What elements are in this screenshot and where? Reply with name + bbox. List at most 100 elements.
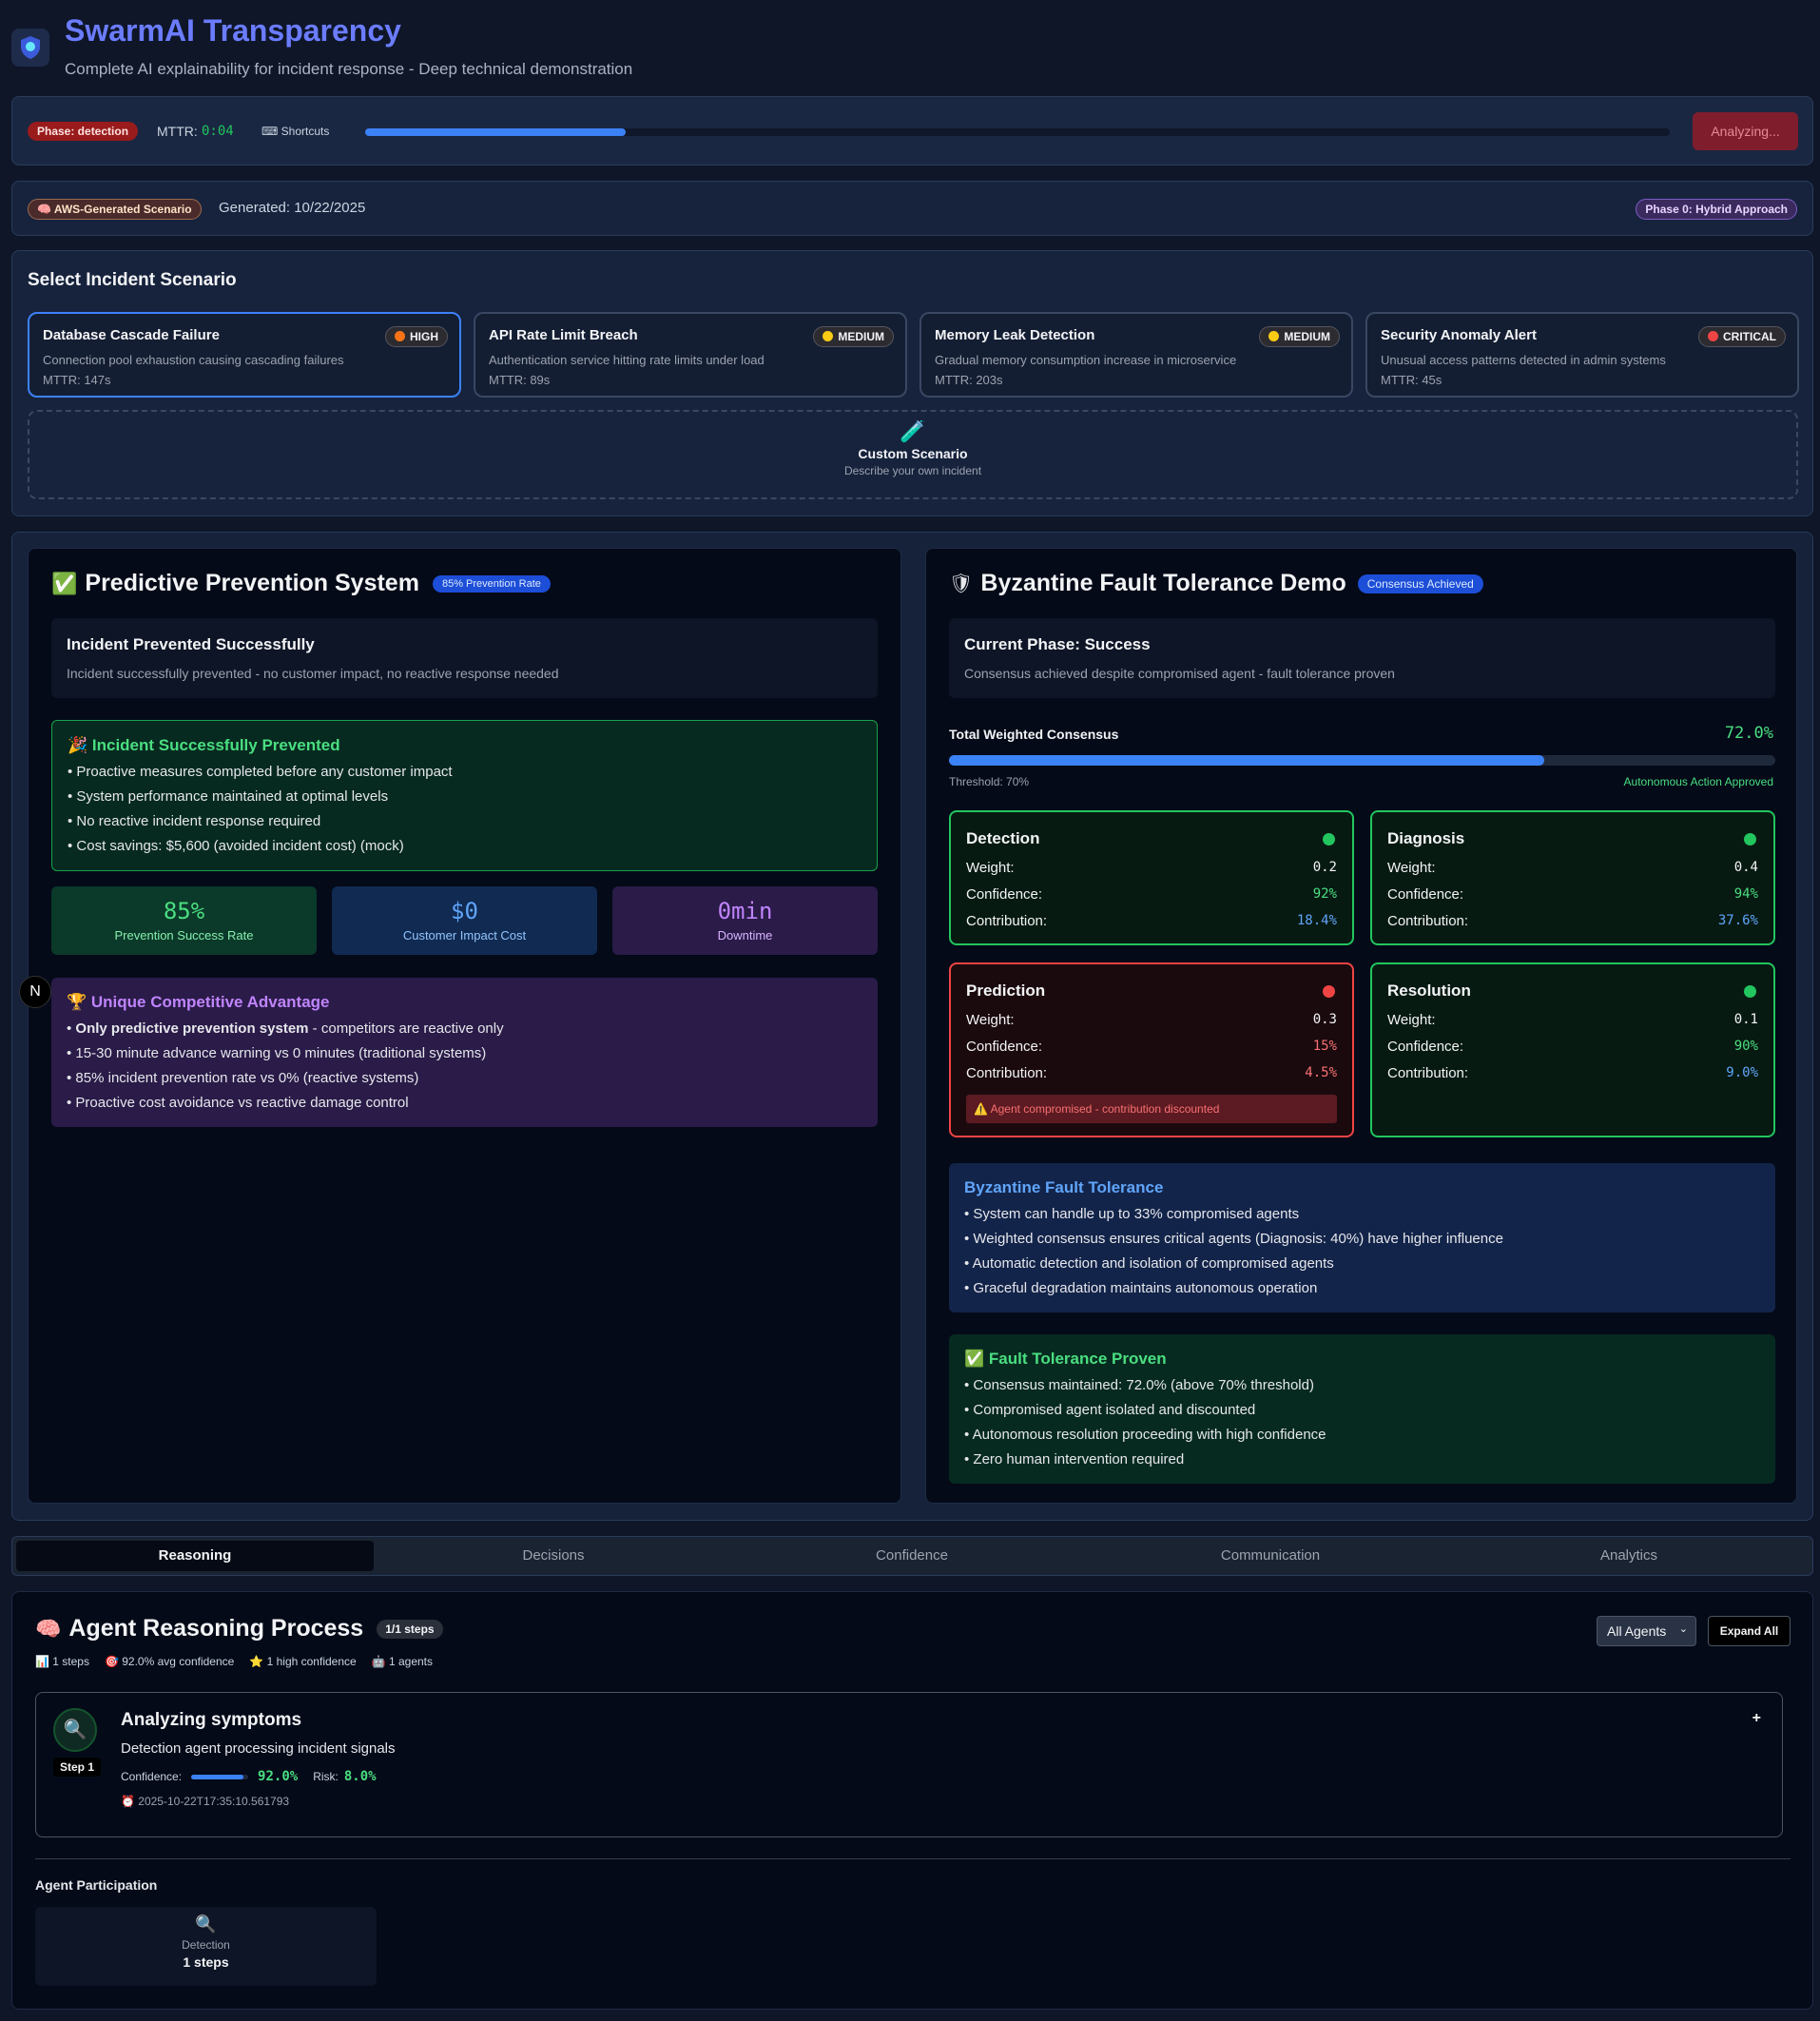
agent-contribution-row: Contribution: 9.0% [1387, 1065, 1758, 1081]
generated-date: Generated: 10/22/2025 [219, 200, 366, 216]
byzantine-title: Byzantine Fault Tolerance Demo [980, 570, 1346, 596]
tab-analytics[interactable]: Analytics [1450, 1541, 1808, 1571]
agent-contribution-label: Contribution: [966, 913, 1048, 929]
test-tube-icon: 🧪 [900, 419, 926, 443]
reasoning-stat: ⭐ 1 high confidence [249, 1655, 357, 1668]
confidence-label: Confidence: [121, 1770, 183, 1783]
reasoning-stats: 📊 1 steps 🎯 92.0% avg confidence ⭐ 1 high … [35, 1655, 433, 1668]
severity-badge: HIGH [385, 326, 448, 347]
byzantine-phase-title: Current Phase: Success [964, 635, 1151, 653]
agent-filter-select[interactable]: All Agents ⌄ [1597, 1616, 1696, 1646]
agent-weight-label: Weight: [966, 860, 1015, 876]
agent-weight-value: 0.4 [1733, 860, 1758, 875]
agent-weight-label: Weight: [1387, 860, 1436, 876]
custom-scenario-desc: Describe your own incident [843, 464, 982, 477]
scenario-mttr: MTTR: 203s [935, 373, 1003, 387]
agent-status-dot-icon [1323, 985, 1335, 998]
success-item: • Proactive measures completed before an… [68, 764, 453, 780]
prevention-metric: $0 Customer Impact Cost [332, 886, 597, 955]
magnifier-icon: 🔍 [195, 1914, 217, 1934]
prevention-header: ✅ Predictive Prevention System 85% Preve… [51, 570, 551, 597]
participant-steps: 1 steps [183, 1954, 229, 1970]
agent-weight-value: 0.2 [1312, 860, 1337, 875]
compromised-warning: ⚠️ Agent compromised - contribution disc… [966, 1095, 1337, 1123]
scenario-card[interactable]: Database Cascade Failure Connection pool … [28, 312, 461, 398]
step-number-badge: Step 1 [53, 1758, 101, 1777]
metric-label: Prevention Success Rate [114, 928, 254, 942]
agent-contribution-row: Contribution: 4.5% [966, 1065, 1337, 1081]
advantage-item: • Only predictive prevention system - co… [67, 1020, 504, 1037]
expand-step-button[interactable]: + [1752, 1710, 1761, 1727]
steps-badge: 1/1 steps [377, 1619, 443, 1639]
analyzing-button[interactable]: Analyzing... [1693, 112, 1798, 150]
success-item: • No reactive incident response required [68, 813, 321, 829]
advantage-title: 🏆 Unique Competitive Advantage [67, 993, 330, 1011]
participant-card[interactable]: 🔍 Detection 1 steps [35, 1907, 377, 1986]
step-timestamp: ⏰ 2025-10-22T17:35:10.561793 [121, 1795, 290, 1808]
proven-item: • Zero human intervention required [964, 1451, 1185, 1467]
tab-communication[interactable]: Communication [1092, 1541, 1449, 1571]
agent-confidence-row: Confidence: 94% [1387, 886, 1758, 903]
success-title: 🎉 Incident Successfully Prevented [68, 736, 340, 754]
step-description: Detection agent processing incident sign… [121, 1740, 396, 1757]
step-icon-circle: 🔍 [53, 1708, 97, 1752]
prevention-metric: 0min Downtime [612, 886, 878, 955]
severity-badge: MEDIUM [1259, 326, 1340, 347]
scenario-selector-title: Select Incident Scenario [28, 270, 237, 290]
page-title: SwarmAI Transparency [65, 13, 401, 48]
agent-name: Prediction [966, 981, 1046, 1000]
agent-confidence-label: Confidence: [966, 1039, 1043, 1055]
tab-confidence[interactable]: Confidence [733, 1541, 1091, 1571]
advantage-card: 🏆 Unique Competitive Advantage • Only pr… [51, 978, 878, 1127]
custom-scenario-card[interactable]: 🧪 Custom Scenario Describe your own inci… [28, 410, 1798, 499]
consensus-label: Total Weighted Consensus [949, 727, 1119, 742]
tab-decisions[interactable]: Decisions [375, 1541, 732, 1571]
expand-all-button[interactable]: Expand All [1708, 1616, 1791, 1646]
agent-confidence-label: Confidence: [1387, 886, 1464, 903]
agent-weight-row: Weight: 0.3 [966, 1012, 1337, 1028]
reasoning-stat: 🤖 1 agents [371, 1655, 433, 1668]
agent-contribution-label: Contribution: [1387, 913, 1469, 929]
app-logo-icon [11, 29, 49, 67]
severity-dot-icon [823, 331, 834, 341]
advantage-item: • 85% incident prevention rate vs 0% (re… [67, 1070, 419, 1086]
agent-card-detection: Detection Weight: 0.2 Confidence: 92% Contrib… [949, 810, 1354, 945]
prevention-rate-badge: 85% Prevention Rate [432, 574, 551, 593]
agent-weight-row: Weight: 0.2 [966, 860, 1337, 876]
reasoning-stat: 📊 1 steps [35, 1655, 89, 1668]
mttr-value: 0:04 [202, 124, 234, 139]
approved-label: Autonomous Action Approved [1623, 775, 1773, 788]
prevention-status-card: Incident Prevented Successfully Incident… [51, 618, 878, 698]
bft-item: • Weighted consensus ensures critical ag… [964, 1231, 1503, 1247]
bft-item: • System can handle up to 33% compromise… [964, 1206, 1300, 1222]
reasoning-step-card[interactable]: 🔍 Step 1 Analyzing symptoms Detection ag… [35, 1692, 1783, 1837]
proven-list: • Consensus maintained: 72.0% (above 70%… [964, 1377, 1760, 1467]
aws-scenario-badge: 🧠 AWS-Generated Scenario [28, 199, 202, 220]
metric-label: Customer Impact Cost [402, 928, 527, 942]
step-metrics: Confidence: 92.0% Risk: 8.0% [121, 1769, 377, 1784]
agent-card-diagnosis: Diagnosis Weight: 0.4 Confidence: 94% Contrib… [1370, 810, 1775, 945]
agent-confidence-row: Confidence: 15% [966, 1039, 1337, 1055]
success-card: 🎉 Incident Successfully Prevented • Proa… [51, 720, 878, 871]
progress-fill [365, 128, 627, 136]
phase-badge: Phase: detection [28, 122, 139, 141]
agent-confidence-label: Confidence: [1387, 1039, 1464, 1055]
severity-dot-icon [395, 331, 405, 341]
scenario-card[interactable]: API Rate Limit Breach Authentication serv… [474, 312, 907, 398]
scenario-info-bar: 🧠 AWS-Generated Scenario Generated: 10/2… [11, 181, 1813, 236]
success-item: • Cost savings: $5,600 (avoided incident… [68, 838, 404, 854]
scenario-card[interactable]: Security Anomaly Alert Unusual access pat… [1365, 312, 1799, 398]
scenario-card[interactable]: Memory Leak Detection Gradual memory cons… [920, 312, 1353, 398]
byzantine-phase-desc: Consensus achieved despite compromised a… [964, 666, 1395, 681]
chevron-down-icon: ⌄ [1678, 1623, 1688, 1635]
scenario-mttr: MTTR: 45s [1381, 373, 1442, 387]
agent-contribution-row: Contribution: 18.4% [966, 913, 1337, 929]
agent-contribution-value: 18.4% [1296, 913, 1337, 928]
agent-contribution-row: Contribution: 37.6% [1387, 913, 1758, 929]
threshold-label: Threshold: 70% [949, 775, 1030, 788]
confidence-track [191, 1774, 249, 1779]
consensus-badge: Consensus Achieved [1357, 573, 1483, 593]
floating-avatar-button[interactable]: N [19, 976, 51, 1008]
tab-reasoning[interactable]: Reasoning [16, 1541, 374, 1571]
shortcuts-button[interactable]: ⌨ Shortcuts [261, 125, 329, 138]
